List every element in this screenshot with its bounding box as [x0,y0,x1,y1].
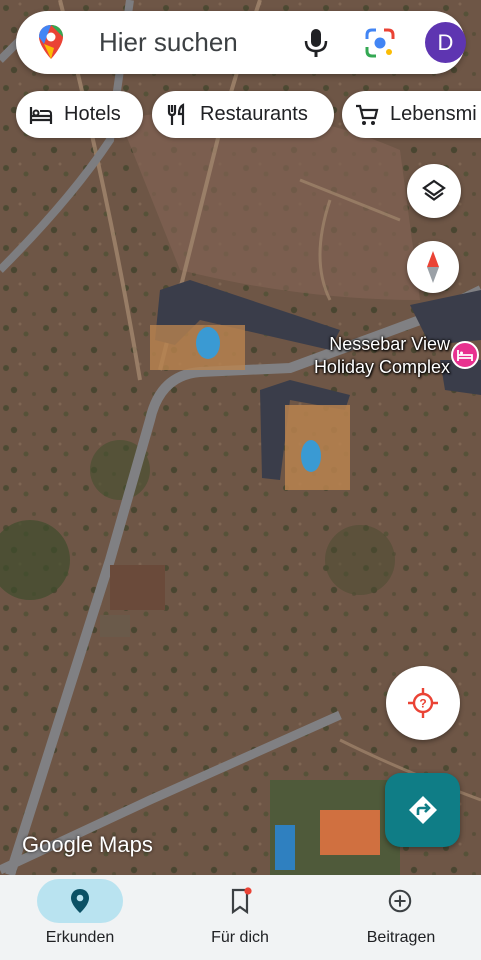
chip-hotels-label: Hotels [64,103,121,125]
bottom-navigation: Erkunden Für dich Beitragen [0,875,481,960]
chip-hotels[interactable]: Hotels [16,91,143,138]
account-avatar[interactable]: D [425,22,466,63]
nav-explore-label: Erkunden [45,929,115,946]
search-input[interactable]: Hier suchen [99,27,238,58]
nav-contribute[interactable]: Beitragen [321,875,481,960]
place-label[interactable]: Nessebar View Holiday Complex [290,333,450,379]
google-maps-attribution: Google Maps [22,832,153,857]
nav-contribute-label: Beitragen [366,929,436,946]
compass-button[interactable] [407,241,459,293]
directions-icon [408,796,437,824]
directions-button[interactable] [385,773,460,847]
layers-button[interactable] [407,164,461,218]
cart-icon [356,104,379,125]
microphone-icon[interactable] [301,27,331,59]
search-bar[interactable]: Hier suchen D [16,11,466,74]
restaurant-icon [167,102,185,125]
nav-for-you[interactable]: Für dich [160,875,320,960]
chip-restaurants-label: Restaurants [200,103,308,125]
add-circle-icon [388,889,412,913]
google-maps-logo-icon [39,25,63,59]
chip-restaurants[interactable]: Restaurants [152,91,334,138]
chip-groceries-label: Lebensmi [390,103,477,125]
my-location-button[interactable]: ? [386,666,460,740]
chip-groceries[interactable]: Lebensmi [342,91,481,138]
layers-icon [422,179,446,201]
bookmark-icon [231,887,252,915]
nav-for-you-label: Für dich [211,929,269,946]
compass-icon [427,251,439,283]
hotel-marker-icon[interactable] [451,341,479,369]
location-unknown-icon: ? [408,688,438,718]
svg-text:?: ? [419,697,426,711]
location-pin-icon [71,889,89,913]
google-lens-icon[interactable] [364,27,396,59]
hotel-icon [29,106,53,124]
nav-explore[interactable]: Erkunden [0,875,160,960]
